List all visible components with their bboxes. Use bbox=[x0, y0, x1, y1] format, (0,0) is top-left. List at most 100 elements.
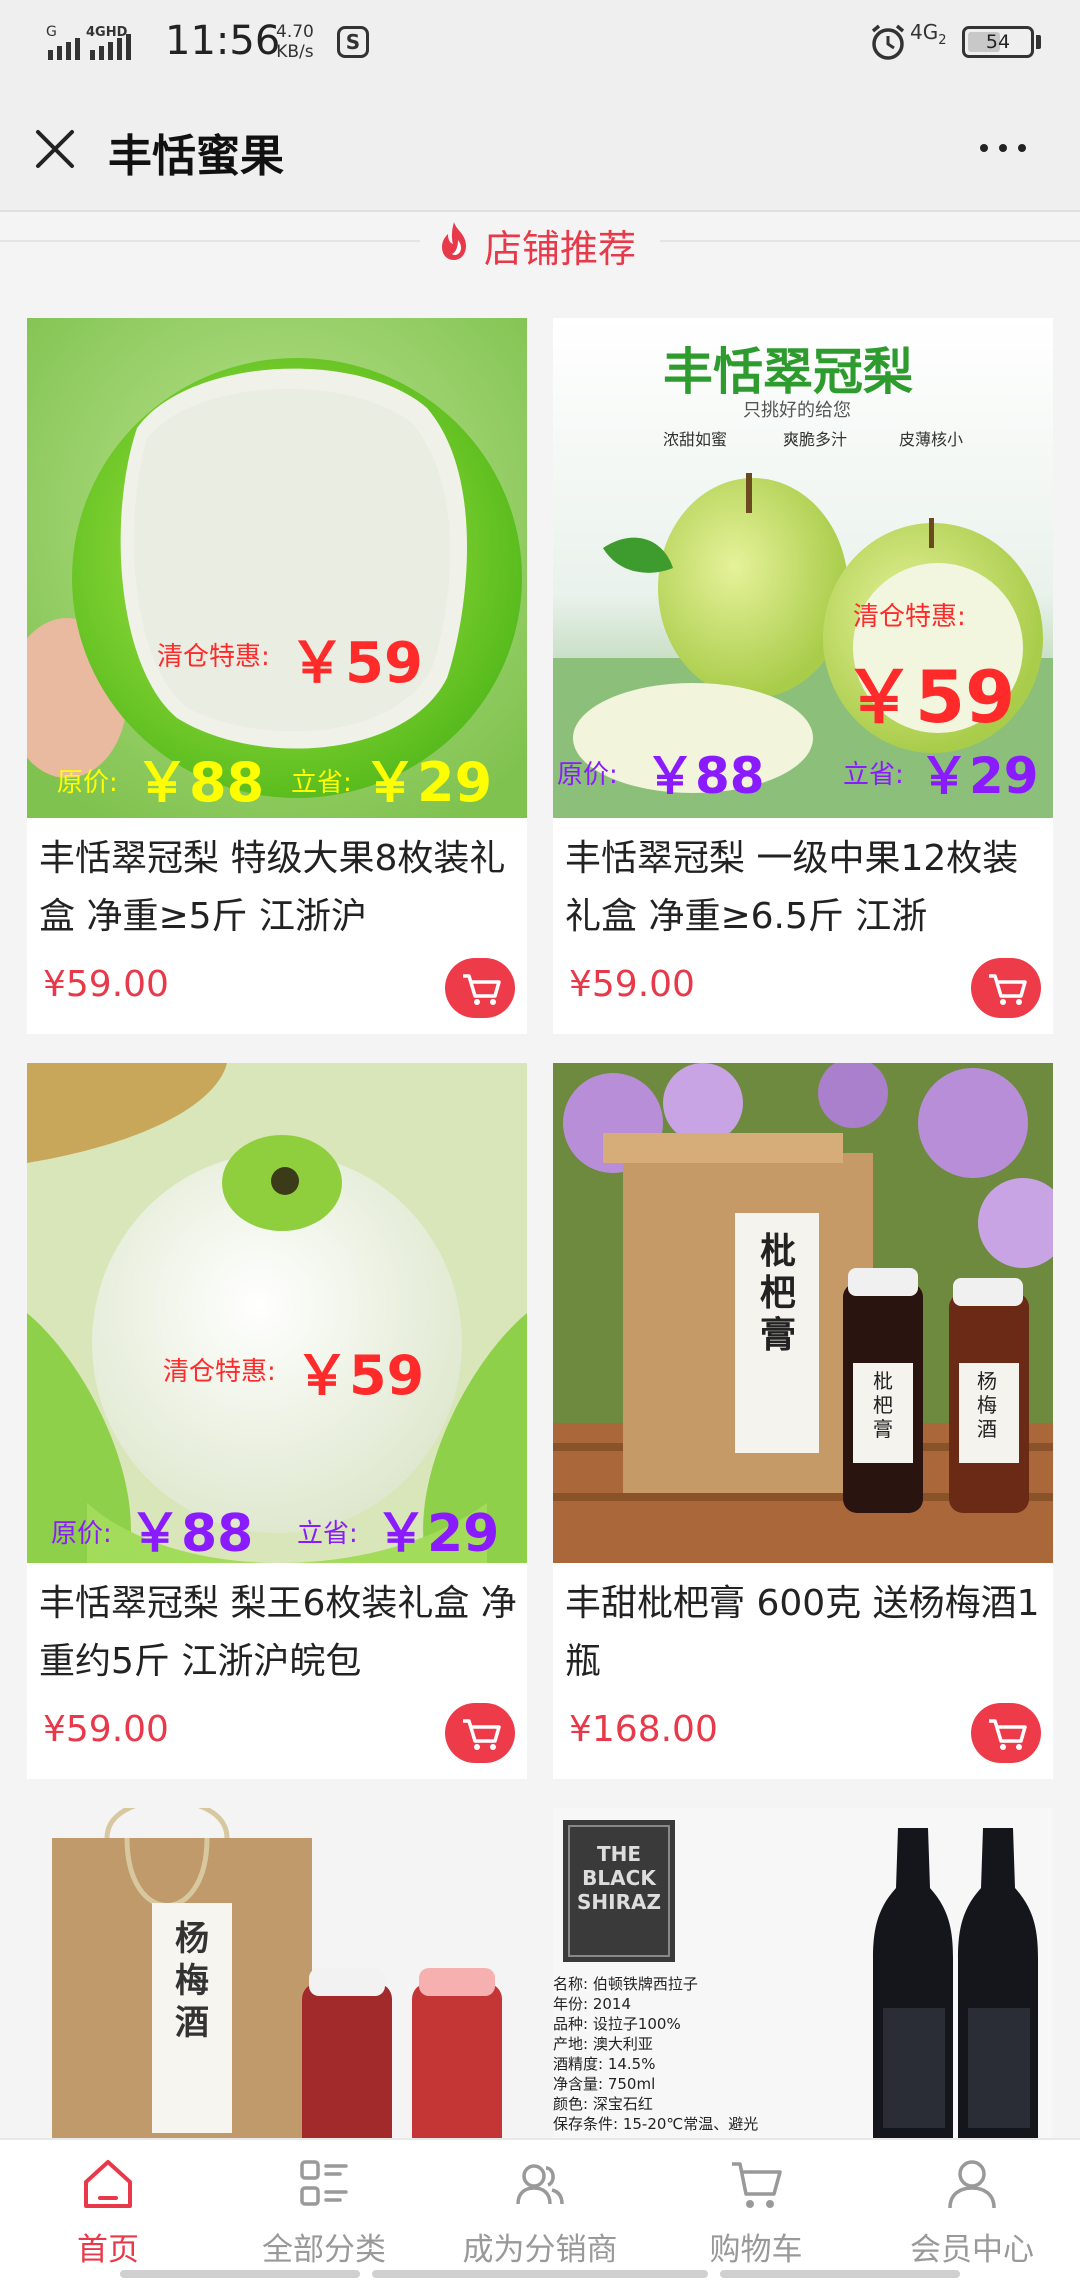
wine-spec: 品种: 设拉子100% bbox=[553, 2015, 681, 2033]
clearance-label: 清仓特惠: bbox=[163, 1357, 276, 1387]
save-label: 立省: bbox=[291, 768, 352, 798]
product-card[interactable]: 清仓特惠: ￥59 原价: ￥88 立省: ￥29 丰恬翠冠梨 特级大果8枚装礼… bbox=[27, 318, 527, 1034]
jar-label: 杨梅酒 bbox=[977, 1369, 997, 1441]
product-grid: 清仓特惠: ￥59 原价: ￥88 立省: ￥29 丰恬翠冠梨 特级大果8枚装礼… bbox=[27, 318, 1053, 2138]
battery-level: 54 bbox=[985, 31, 1011, 53]
clearance-label: 清仓特惠: bbox=[157, 642, 270, 672]
nav-item-cart[interactable]: 购物车 bbox=[648, 2140, 864, 2280]
save-label: 立省: bbox=[297, 1519, 358, 1549]
more-dot bbox=[980, 144, 988, 152]
add-to-cart-button[interactable] bbox=[445, 958, 515, 1018]
product-card[interactable]: THE BLACK SHIRAZ 名称: 伯顿铁牌西拉子 年份: 2014 品种… bbox=[553, 1808, 1053, 2138]
product-price: ¥59.00 bbox=[43, 1709, 169, 1750]
indicator-segment bbox=[372, 2270, 708, 2278]
product-card[interactable]: 清仓特惠: ￥59 原价: ￥88 立省: ￥29 丰恬翠冠梨 梨王6枚装礼盒 … bbox=[27, 1063, 527, 1779]
section-title: 店铺推荐 bbox=[484, 227, 637, 271]
product-image[interactable]: 清仓特惠: ￥59 原价: ￥88 立省: ￥29 bbox=[27, 1063, 527, 1563]
add-to-cart-button[interactable] bbox=[971, 1703, 1041, 1763]
battery-icon: 54 bbox=[962, 26, 1034, 58]
brand-title: 丰恬翠冠梨 bbox=[663, 343, 913, 401]
nav-label: 全部分类 bbox=[262, 2232, 386, 2268]
wine-spec: 颜色: 深宝石红 bbox=[553, 2095, 653, 2113]
product-card[interactable]: 枇杷膏 枇杷膏 杨梅酒 丰甜枇杷膏 600克 送杨梅酒1瓶 ¥168.00 bbox=[553, 1063, 1053, 1779]
wine-spec-list: 名称: 伯顿铁牌西拉子 年份: 2014 品种: 设拉子100% 产地: 澳大利… bbox=[553, 1974, 758, 2134]
divider-line bbox=[660, 240, 1080, 242]
cart-icon bbox=[463, 1719, 501, 1750]
product-image[interactable]: 杨梅酒 bbox=[27, 1808, 527, 2138]
wine-brand: THE BLACK SHIRAZ bbox=[577, 1842, 661, 1914]
nav-label: 会员中心 bbox=[910, 2232, 1034, 2268]
clearance-label: 清仓特惠: bbox=[853, 602, 966, 632]
wine-spec: 酒精度: 14.5% bbox=[553, 2055, 656, 2073]
indicator-segment bbox=[720, 2270, 960, 2278]
product-title[interactable]: 丰甜枇杷膏 600克 送杨梅酒1瓶 bbox=[565, 1575, 1043, 1691]
feature-tag: 皮薄核小 bbox=[899, 430, 964, 449]
save-price: ￥29 bbox=[363, 751, 493, 814]
original-price-label: 原价: bbox=[51, 1519, 112, 1549]
jar-label: 枇杷膏 bbox=[873, 1369, 893, 1441]
feature-tag: 浓甜如蜜 bbox=[663, 430, 728, 449]
indicator-segment bbox=[120, 2270, 360, 2278]
box-label: 枇杷膏 bbox=[759, 1231, 796, 1356]
nav-label: 首页 bbox=[77, 2232, 139, 2268]
nav-label: 成为分销商 bbox=[462, 2232, 618, 2268]
network-type: 4G2 bbox=[910, 20, 947, 48]
title-bar: 丰恬蜜果 bbox=[0, 88, 1080, 212]
original-price-label: 原价: bbox=[557, 760, 618, 790]
section-header: 店铺推荐 bbox=[0, 212, 1080, 292]
app-notification-icon: S bbox=[337, 26, 369, 58]
product-image[interactable]: THE BLACK SHIRAZ 名称: 伯顿铁牌西拉子 年份: 2014 品种… bbox=[553, 1808, 1053, 2138]
product-price: ¥59.00 bbox=[569, 964, 695, 1005]
more-options-button[interactable] bbox=[968, 128, 1038, 168]
cart-icon bbox=[463, 974, 501, 1005]
product-title[interactable]: 丰恬翠冠梨 梨王6枚装礼盒 净重约5斤 江浙沪皖包 bbox=[39, 1575, 517, 1691]
wine-spec: 年份: 2014 bbox=[553, 1995, 631, 2013]
product-title[interactable]: 丰恬翠冠梨 一级中果12枚装礼盒 净重≥6.5斤 江浙 bbox=[565, 830, 1043, 946]
nav-item-distributor[interactable]: 成为分销商 bbox=[432, 2140, 648, 2280]
original-price: ￥88 bbox=[645, 747, 765, 805]
cart-icon bbox=[989, 1719, 1027, 1750]
wine-spec: 产地: 澳大利亚 bbox=[553, 2035, 653, 2053]
product-image[interactable]: 枇杷膏 枇杷膏 杨梅酒 bbox=[553, 1063, 1053, 1563]
product-card[interactable]: 杨梅酒 bbox=[27, 1808, 527, 2138]
close-icon[interactable] bbox=[30, 124, 80, 174]
nav-item-member[interactable]: 会员中心 bbox=[864, 2140, 1080, 2280]
alarm-icon bbox=[871, 24, 905, 60]
original-price: ￥88 bbox=[135, 751, 265, 814]
divider-line bbox=[0, 240, 420, 242]
clock: 11:56 bbox=[165, 18, 281, 64]
product-image[interactable]: 丰恬翠冠梨 只挑好的给您 浓甜如蜜 爽脆多汁 皮薄核小 清仓特惠: ￥59 原价… bbox=[553, 318, 1053, 818]
wine-spec: 保存条件: 15-20℃常温、避光 bbox=[553, 2115, 759, 2133]
clearance-price: ￥59 bbox=[295, 1344, 425, 1407]
loquat-syrup-image bbox=[553, 1063, 1053, 1563]
cart-icon bbox=[732, 2162, 782, 2208]
speed-value: 4.70 bbox=[276, 22, 314, 42]
network-label: 4G bbox=[910, 20, 939, 44]
battery-tip bbox=[1036, 35, 1041, 49]
add-to-cart-button[interactable] bbox=[971, 958, 1041, 1018]
product-image[interactable]: 清仓特惠: ￥59 原价: ￥88 立省: ￥29 bbox=[27, 318, 527, 818]
product-price: ¥59.00 bbox=[43, 964, 169, 1005]
feature-tag: 爽脆多汁 bbox=[783, 430, 848, 449]
nav-item-categories[interactable]: 全部分类 bbox=[216, 2140, 432, 2280]
add-to-cart-button[interactable] bbox=[445, 1703, 515, 1763]
bag-label: 杨梅酒 bbox=[175, 1919, 209, 2043]
original-price-label: 原价: bbox=[57, 768, 118, 798]
signal-4g-label: 4GHD bbox=[86, 25, 128, 40]
home-icon bbox=[84, 2160, 132, 2208]
brand-subtitle: 只挑好的给您 bbox=[743, 400, 851, 421]
original-price: ￥88 bbox=[129, 1504, 254, 1563]
user-icon bbox=[948, 2160, 996, 2209]
save-price: ￥29 bbox=[375, 1504, 500, 1563]
status-bar: G 4GHD 11:56 4.70 KB/s S 4G2 54 bbox=[0, 0, 1080, 88]
nav-label: 购物车 bbox=[709, 2232, 803, 2268]
clearance-price: ￥59 bbox=[289, 631, 423, 696]
network-sub: 2 bbox=[938, 33, 947, 48]
wine-spec: 名称: 伯顿铁牌西拉子 bbox=[553, 1975, 698, 1993]
more-dot bbox=[999, 144, 1007, 152]
distributor-icon bbox=[516, 2164, 564, 2205]
product-card[interactable]: 丰恬翠冠梨 只挑好的给您 浓甜如蜜 爽脆多汁 皮薄核小 清仓特惠: ￥59 原价… bbox=[553, 318, 1053, 1034]
product-title[interactable]: 丰恬翠冠梨 特级大果8枚装礼盒 净重≥5斤 江浙沪 bbox=[39, 830, 517, 946]
save-label: 立省: bbox=[843, 760, 904, 790]
nav-item-home[interactable]: 首页 bbox=[0, 2140, 216, 2280]
